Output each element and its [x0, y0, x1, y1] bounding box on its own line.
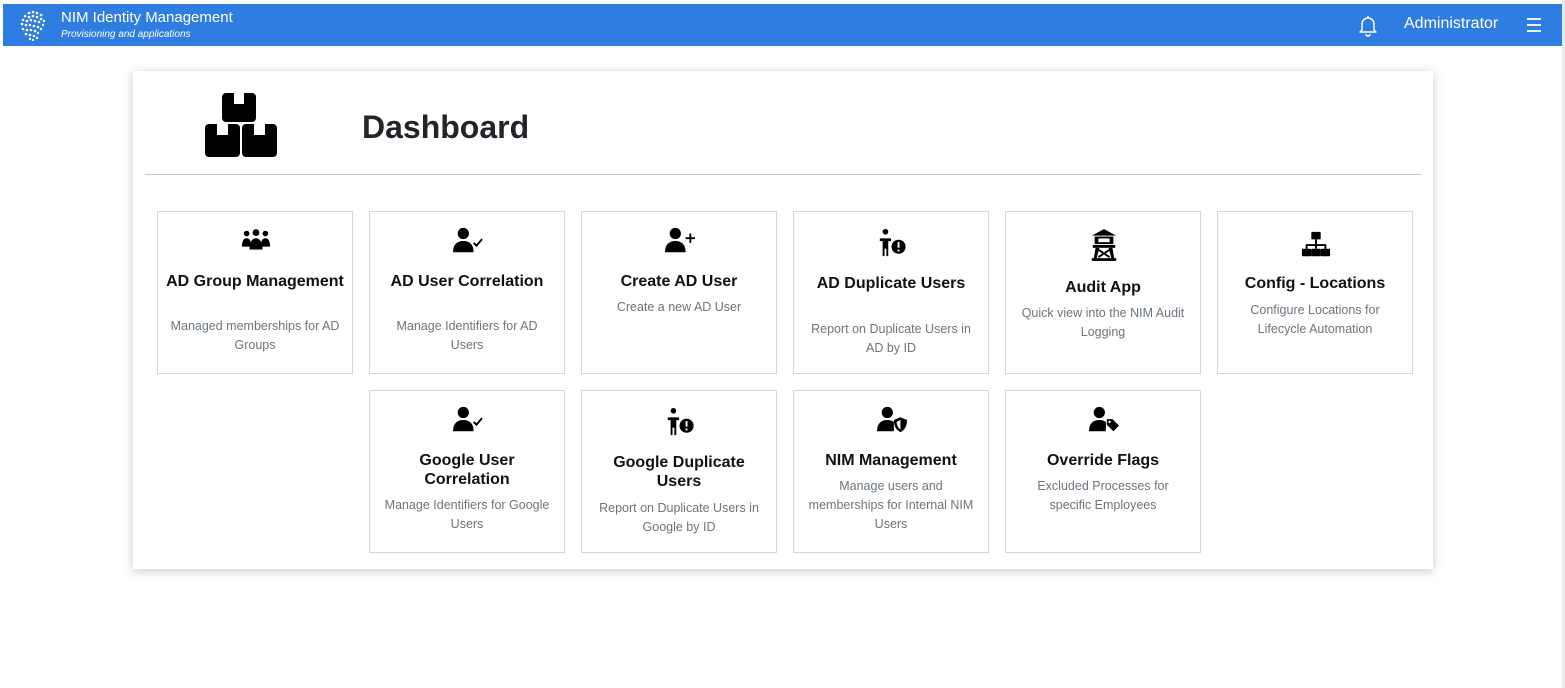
card-nim-management[interactable]: NIM Management Manage users and membersh…	[793, 390, 989, 553]
card-google-user-correlation[interactable]: Google User Correlation Manage Identifie…	[369, 390, 565, 553]
user-shield-icon	[877, 406, 907, 433]
dashboard-panel: Dashboard AD Group Management Managed me…	[133, 71, 1433, 569]
bell-icon[interactable]	[1356, 13, 1380, 37]
card-title: Google User Correlation	[419, 452, 515, 488]
hamburger-menu-icon[interactable]	[1523, 14, 1545, 36]
card-ad-user-correlation[interactable]: AD User Correlation Manage Identifiers f…	[369, 211, 565, 374]
user-check-icon	[453, 227, 483, 253]
sitemap-icon	[1301, 231, 1331, 257]
card-title: AD Duplicate Users	[816, 275, 966, 292]
card-description: Report on Duplicate Users in AD by ID	[811, 322, 971, 355]
card-google-duplicate-users[interactable]: Google Duplicate Users Report on Duplica…	[581, 390, 777, 553]
card-title: Google Duplicate Users	[613, 454, 745, 490]
watchtower-icon	[1091, 229, 1117, 261]
person-alert-icon	[667, 407, 694, 436]
person-alert-icon	[879, 228, 906, 257]
card-title: Override Flags	[1046, 452, 1160, 469]
card-create-ad-user[interactable]: Create AD User Create a new AD User	[581, 211, 777, 374]
card-title: AD User Correlation	[390, 273, 544, 290]
card-audit-app[interactable]: Audit App Quick view into the NIM Audit …	[1005, 211, 1201, 374]
card-config-locations[interactable]: Config - Locations Configure Locations f…	[1217, 211, 1413, 374]
card-description: Quick view into the NIM Audit Logging	[1021, 306, 1185, 339]
card-title: Config - Locations	[1244, 275, 1386, 292]
card-ad-group-management[interactable]: AD Group Management Managed memberships …	[157, 211, 353, 374]
user-plus-icon	[665, 227, 695, 253]
card-description: Configure Locations for Lifecycle Automa…	[1250, 303, 1380, 336]
card-override-flags[interactable]: Override Flags Excluded Processes for sp…	[1005, 390, 1201, 553]
card-ad-duplicate-users[interactable]: AD Duplicate Users Report on Duplicate U…	[793, 211, 989, 374]
user-menu[interactable]: Administrator	[1404, 15, 1498, 33]
top-navbar: NIM Identity Management Provisioning and…	[3, 4, 1562, 46]
card-description: Manage Identifiers for Google Users	[384, 498, 550, 531]
card-title: NIM Management	[825, 452, 957, 469]
card-description: Excluded Processes for specific Employee…	[1037, 479, 1169, 512]
user-tag-icon	[1089, 406, 1119, 432]
app-title: NIM Identity Management	[61, 9, 233, 26]
card-description: Managed memberships for AD Groups	[170, 319, 340, 352]
app-subtitle: Provisioning and applications	[61, 29, 191, 40]
card-description: Manage Identifiers for AD Users	[396, 319, 538, 352]
card-description: Manage users and memberships for Interna…	[808, 479, 974, 531]
card-description: Report on Duplicate Users in Google by I…	[599, 501, 759, 534]
card-title: Audit App	[1065, 279, 1141, 296]
card-title: AD Group Management	[166, 273, 344, 290]
user-check-icon	[453, 406, 483, 432]
brand-logo-icon[interactable]	[17, 8, 51, 42]
page-title: Dashboard	[362, 109, 530, 145]
users-group-icon	[241, 229, 271, 250]
boxes-icon	[205, 93, 277, 157]
card-title: Create AD User	[620, 273, 738, 290]
card-description: Create a new AD User	[616, 300, 742, 314]
divider	[145, 174, 1421, 175]
